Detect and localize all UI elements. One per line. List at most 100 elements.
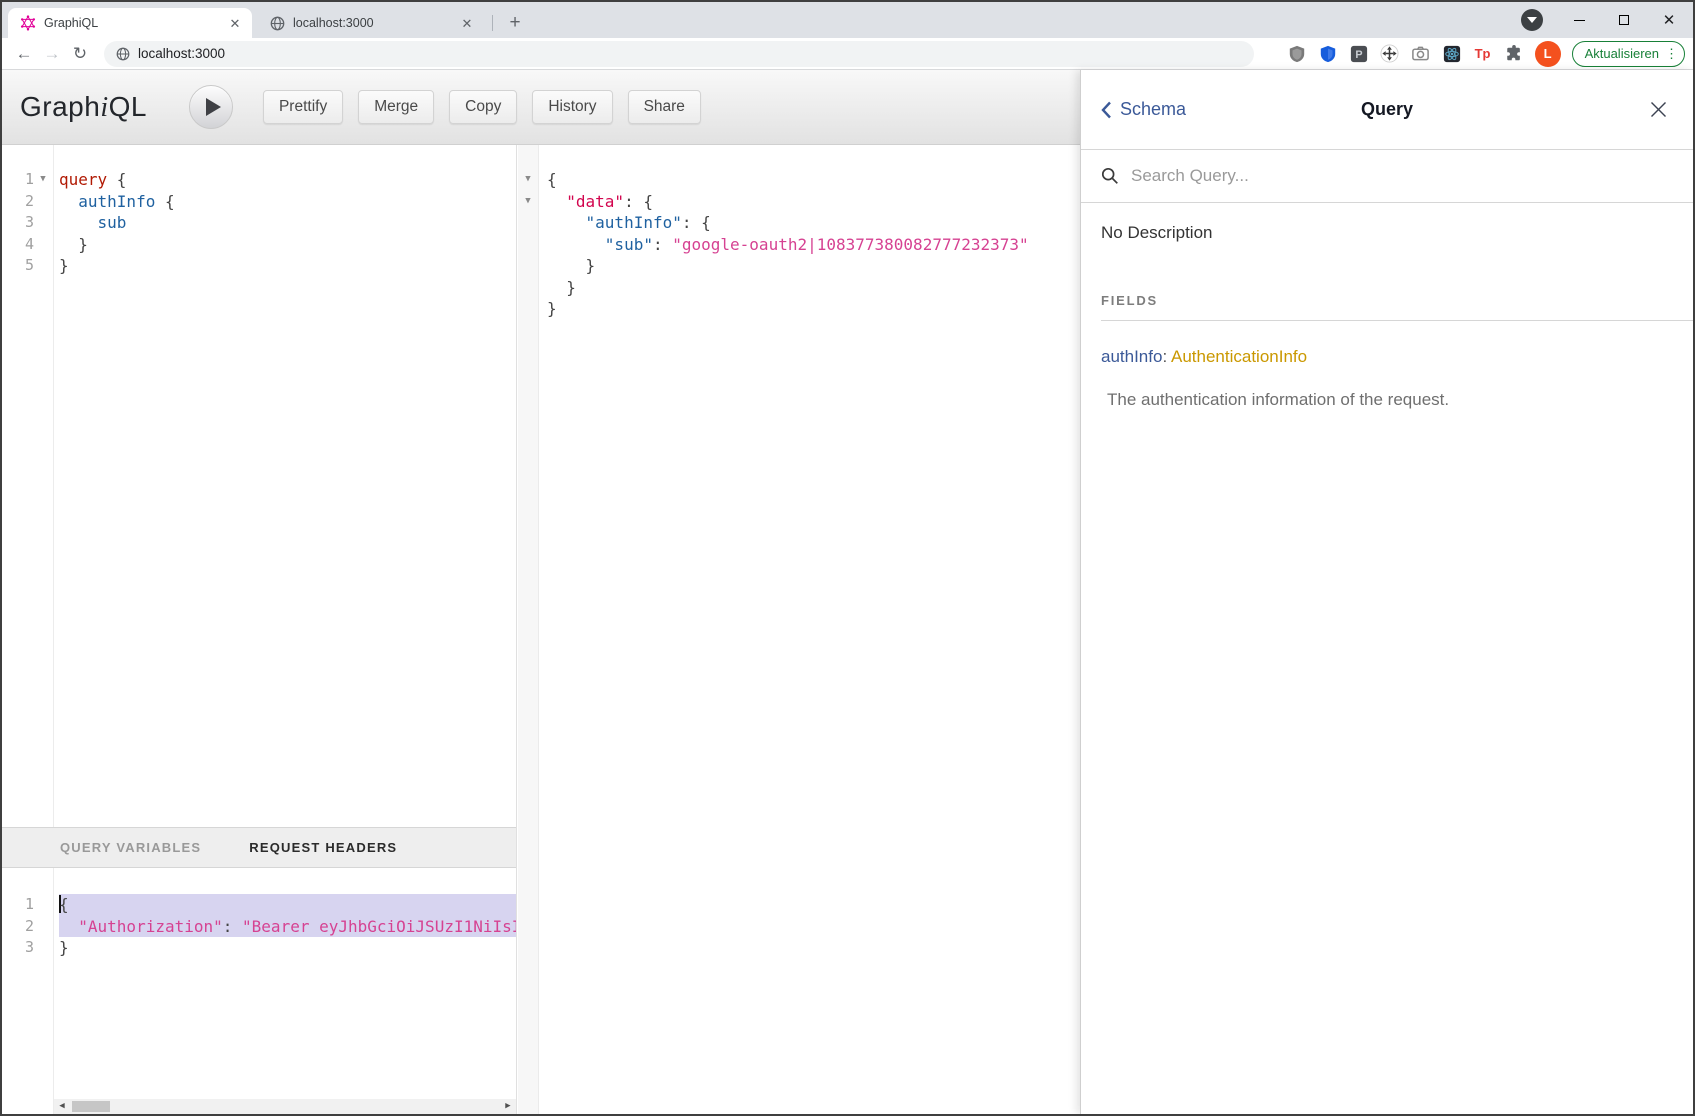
site-globe-icon: [116, 47, 130, 61]
gutter-row: 3: [2, 937, 53, 959]
code-line: authInfo {: [59, 191, 516, 213]
browser-update-button[interactable]: Aktualisieren ⋮: [1572, 41, 1685, 67]
code-line: }: [59, 234, 516, 256]
camera-icon[interactable]: [1411, 44, 1431, 64]
tab-title: localhost:3000: [293, 16, 458, 30]
kebab-menu-icon: ⋮: [1665, 46, 1678, 62]
tab-close-icon[interactable]: ✕: [458, 14, 476, 32]
play-icon: [206, 98, 221, 116]
doc-no-description: No Description: [1101, 223, 1693, 243]
gutter-row: ▼: [518, 169, 538, 191]
address-bar[interactable]: localhost:3000: [104, 41, 1254, 67]
copy-button[interactable]: Copy: [449, 90, 517, 124]
window-maximize-button[interactable]: [1609, 2, 1639, 38]
code-line: "Authorization": "Bearer eyJhbGciOiJSUzI…: [59, 916, 516, 938]
p-badge-icon[interactable]: P: [1349, 44, 1369, 64]
history-button[interactable]: History: [532, 90, 612, 124]
result-fold-gutter: ▼▼: [518, 145, 539, 1114]
react-devtools-atom-icon[interactable]: [1442, 44, 1462, 64]
fields-divider: [1101, 320, 1693, 321]
move-arrows-icon[interactable]: [1380, 44, 1400, 64]
code-line: }: [59, 937, 516, 959]
request-headers-editor[interactable]: 123 { "Authorization": "Bearer eyJhbGciO…: [2, 868, 516, 1114]
tp-extension-icon[interactable]: Tp: [1473, 44, 1493, 64]
close-icon: [1650, 101, 1667, 118]
gutter-row: 5: [2, 255, 53, 277]
query-editor-gutter: 1▼2345: [2, 145, 54, 827]
code-line: "sub": "google-oauth2|108377380082777232…: [547, 234, 1080, 256]
share-button[interactable]: Share: [628, 90, 701, 124]
tab-title: GraphiQL: [44, 16, 226, 30]
fold-arrow-icon: ▼: [518, 169, 538, 191]
gutter-row: [518, 255, 538, 277]
profile-avatar[interactable]: L: [1535, 41, 1561, 67]
editors-area: 1▼2345 query { authInfo { sub }} QUERY V…: [2, 145, 1080, 1114]
result-viewer[interactable]: ▼▼ { "data": { "authInfo": { "sub": "goo…: [518, 145, 1080, 1114]
tab-close-icon[interactable]: ✕: [226, 14, 244, 32]
gutter-row: [518, 234, 538, 256]
headers-editor-gutter: 123: [2, 868, 54, 1114]
doc-search-input[interactable]: [1129, 165, 1549, 187]
code-line: }: [547, 298, 1080, 320]
browser-toolbar: ← → ↻ localhost:3000 P: [2, 38, 1693, 70]
execute-query-button[interactable]: [189, 85, 233, 129]
browser-window: GraphiQL ✕ localhost:3000 ✕ + ✕ ← → ↻: [0, 0, 1695, 1116]
code-line: sub: [59, 212, 516, 234]
code-line: "data": {: [547, 191, 1080, 213]
doc-search-row: [1081, 150, 1693, 203]
globe-favicon-icon: [270, 16, 285, 31]
query-editor[interactable]: 1▼2345 query { authInfo { sub }}: [2, 145, 516, 827]
scroll-left-arrow[interactable]: ◀: [54, 1099, 70, 1114]
browser-tab-strip: GraphiQL ✕ localhost:3000 ✕ + ✕: [2, 2, 1693, 38]
bitwarden-shield-icon[interactable]: [1318, 44, 1338, 64]
gutter-row: 2: [2, 916, 53, 938]
url-text: localhost:3000: [138, 46, 225, 61]
doc-explorer-panel: Schema Query No Description FIELDS authI…: [1080, 70, 1693, 1114]
result-pane: ▼▼ { "data": { "authInfo": { "sub": "goo…: [518, 145, 1080, 1114]
code-line: query {: [59, 169, 516, 191]
fold-arrow-icon: ▼: [34, 169, 52, 191]
graphiql-topbar: GraphiQL PrettifyMergeCopyHistoryShare: [2, 70, 1080, 145]
gutter-row: 1: [2, 894, 53, 916]
svg-text:P: P: [1355, 49, 1362, 61]
back-button[interactable]: ←: [10, 41, 38, 67]
code-line: {: [547, 169, 1080, 191]
field-name-link[interactable]: authInfo: [1101, 347, 1162, 366]
gutter-row: 2: [2, 191, 53, 213]
code-line: }: [59, 255, 516, 277]
gutter-row: 1▼: [2, 169, 53, 191]
tab-localhost[interactable]: localhost:3000 ✕: [260, 8, 484, 38]
merge-button[interactable]: Merge: [358, 90, 434, 124]
field-type-link[interactable]: AuthenticationInfo: [1171, 347, 1307, 366]
reload-button[interactable]: ↻: [66, 41, 94, 67]
tab-graphiql[interactable]: GraphiQL ✕: [8, 8, 252, 38]
search-icon: [1101, 167, 1119, 185]
gutter-row: ▼: [518, 191, 538, 213]
tab-request-headers[interactable]: REQUEST HEADERS: [249, 840, 397, 855]
chrome-update-icon[interactable]: [1521, 9, 1543, 31]
horizontal-scrollbar[interactable]: ◀ ▶: [54, 1099, 516, 1114]
fold-arrow-icon: ▼: [518, 191, 538, 213]
scrollbar-track[interactable]: [70, 1099, 500, 1114]
tab-query-variables[interactable]: QUERY VARIABLES: [60, 840, 201, 855]
doc-close-button[interactable]: [1645, 96, 1671, 122]
tab-separator: [492, 15, 493, 31]
ublock-shield-icon[interactable]: [1287, 44, 1307, 64]
graphql-favicon-icon: [20, 15, 36, 31]
code-line: }: [547, 277, 1080, 299]
extensions-puzzle-icon[interactable]: [1504, 44, 1524, 64]
forward-button[interactable]: →: [38, 41, 66, 67]
window-close-button[interactable]: ✕: [1654, 2, 1684, 38]
prettify-button[interactable]: Prettify: [263, 90, 343, 124]
scrollbar-thumb[interactable]: [72, 1101, 110, 1112]
extensions-area: P Tp L Aktualisieren ⋮: [1254, 41, 1693, 67]
new-tab-button[interactable]: +: [502, 10, 528, 36]
scroll-right-arrow[interactable]: ▶: [500, 1099, 516, 1114]
gutter-row: [518, 277, 538, 299]
doc-title: Query: [1081, 99, 1693, 120]
doc-explorer-header: Schema Query: [1081, 70, 1693, 150]
code-line: }: [547, 255, 1080, 277]
window-minimize-button[interactable]: [1564, 2, 1594, 38]
code-line: {: [59, 894, 516, 916]
toolbar-buttons: Prettify Merge Copy History Share: [263, 90, 701, 124]
